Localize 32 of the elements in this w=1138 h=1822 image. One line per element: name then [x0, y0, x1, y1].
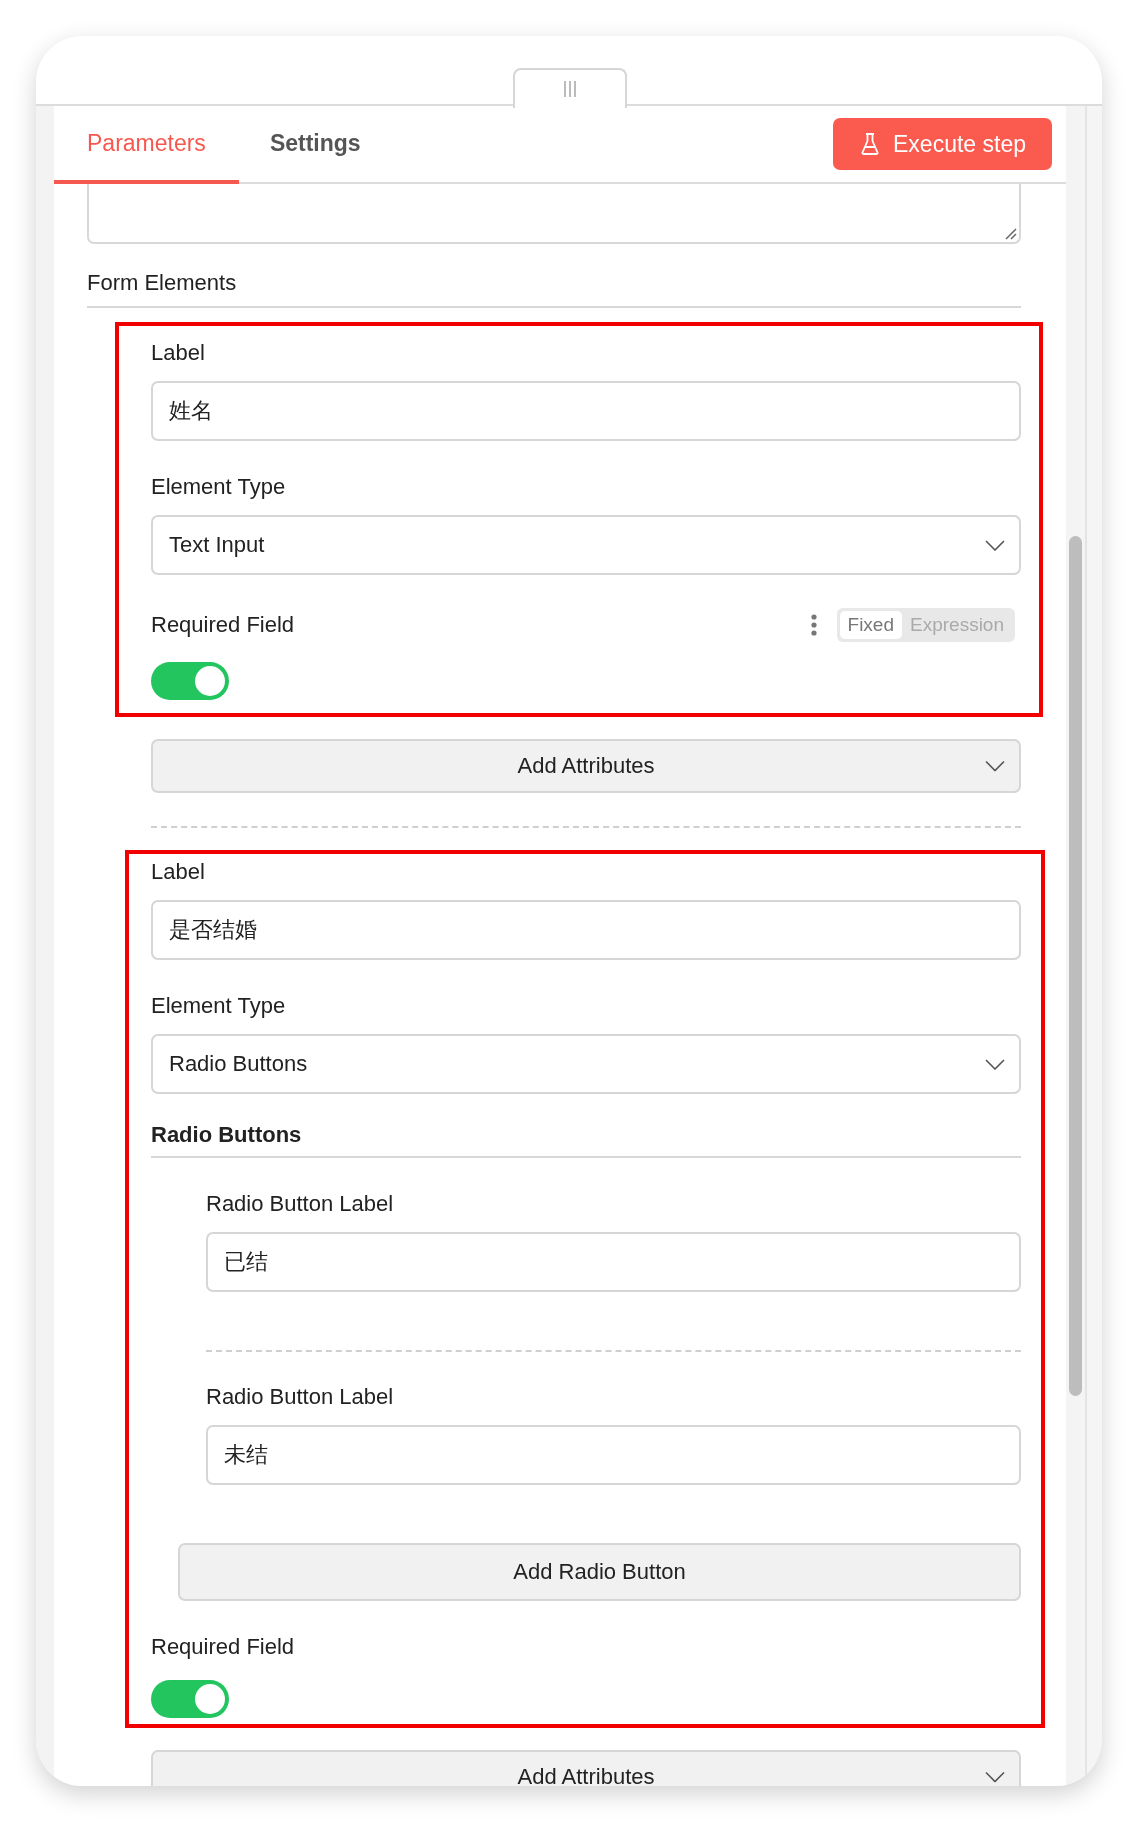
field-label: Required Field [151, 612, 295, 638]
add-radio-button[interactable]: Add Radio Button [178, 1543, 1021, 1601]
input-field[interactable]: 已结 [206, 1232, 1021, 1292]
chevron-down-icon [985, 1058, 1005, 1070]
field-label: Element Type [151, 993, 287, 1019]
input-field[interactable]: 是否结婚 [151, 900, 1021, 960]
select-field[interactable]: Radio Buttons [151, 1034, 1021, 1094]
toggle-switch[interactable] [151, 662, 229, 700]
field-label: Label [151, 859, 206, 885]
field-label: Required Field [151, 1634, 295, 1660]
more-options-icon[interactable] [810, 614, 817, 636]
flask-icon [861, 133, 880, 155]
input-field[interactable]: 姓名 [151, 381, 1021, 441]
input-field[interactable]: 未结 [206, 1425, 1021, 1485]
drag-handle-icon[interactable] [563, 80, 577, 98]
field-label: Radio Button Label [206, 1191, 395, 1217]
section-title: Form Elements [87, 270, 1021, 308]
mode-option[interactable]: Fixed [839, 611, 902, 639]
toggle-switch[interactable] [151, 1680, 229, 1718]
scrollbar-thumb[interactable] [1069, 536, 1082, 1396]
field-label: Radio Button Label [206, 1384, 395, 1410]
resize-grip-icon[interactable] [1003, 226, 1017, 240]
section-title: Radio Buttons [151, 1122, 1021, 1158]
select-field[interactable]: Text Input [151, 515, 1021, 575]
tab[interactable]: Settings [238, 106, 394, 184]
chevron-down-icon [985, 1771, 1005, 1783]
chevron-down-icon [985, 760, 1005, 772]
field-label: Label [151, 340, 206, 366]
add-attributes-button[interactable]: Add Attributes [151, 739, 1021, 793]
add-attributes-button[interactable]: Add Attributes [151, 1750, 1021, 1786]
field-label: Element Type [151, 474, 287, 500]
chevron-down-icon [985, 539, 1005, 551]
